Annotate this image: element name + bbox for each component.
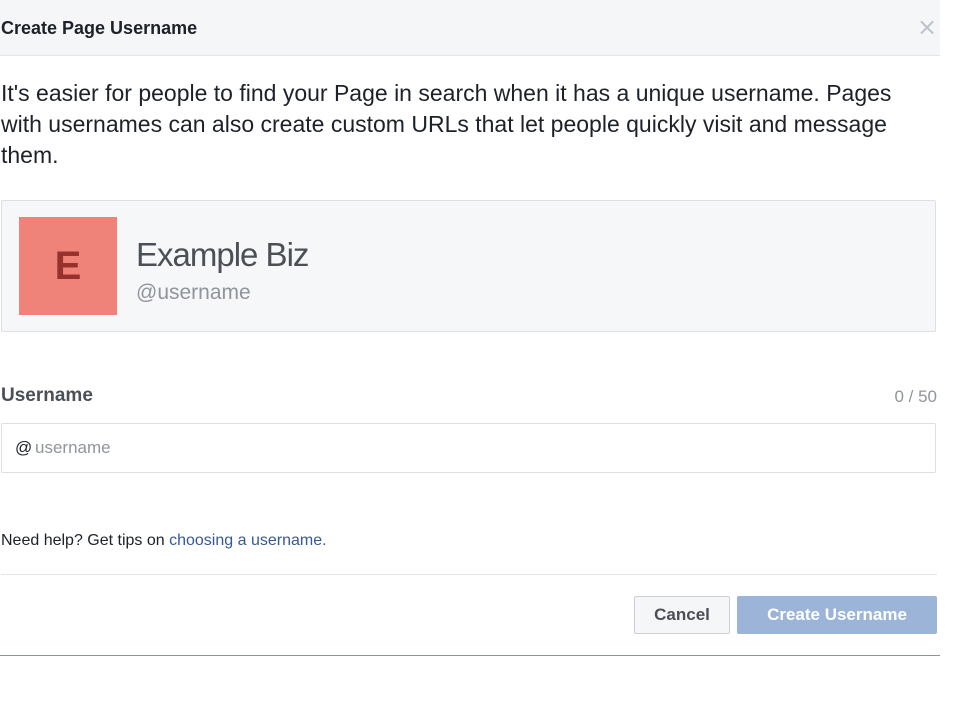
page: Create Page Username × It's easier for p… — [0, 0, 979, 715]
username-input[interactable] — [35, 434, 915, 462]
close-icon[interactable]: × — [914, 14, 940, 40]
at-prefix: @ — [15, 438, 33, 457]
choosing-username-link[interactable]: choosing a username. — [169, 532, 326, 549]
help-text: Need help? Get tips on choosing a userna… — [1, 530, 327, 552]
username-label: Username — [1, 385, 93, 406]
cancel-button[interactable]: Cancel — [634, 596, 730, 634]
footer-divider — [1, 574, 937, 575]
page-name: Example Biz — [136, 236, 309, 273]
page-preview-card: E Example Biz @username — [1, 200, 936, 332]
help-text-prefix: Need help? Get tips on — [1, 532, 170, 549]
create-username-dialog: Create Page Username × It's easier for p… — [0, 0, 940, 656]
character-counter: 0 / 50 — [894, 387, 937, 406]
create-username-button[interactable]: Create Username — [737, 596, 937, 634]
dialog-title: Create Page Username — [1, 18, 198, 38]
page-avatar: E — [19, 217, 117, 315]
dialog-description: It's easier for people to find your Page… — [1, 80, 892, 168]
page-handle: @username — [136, 281, 251, 304]
username-input-box[interactable]: @ — [1, 423, 936, 473]
dialog-header: Create Page Username × — [0, 0, 940, 56]
